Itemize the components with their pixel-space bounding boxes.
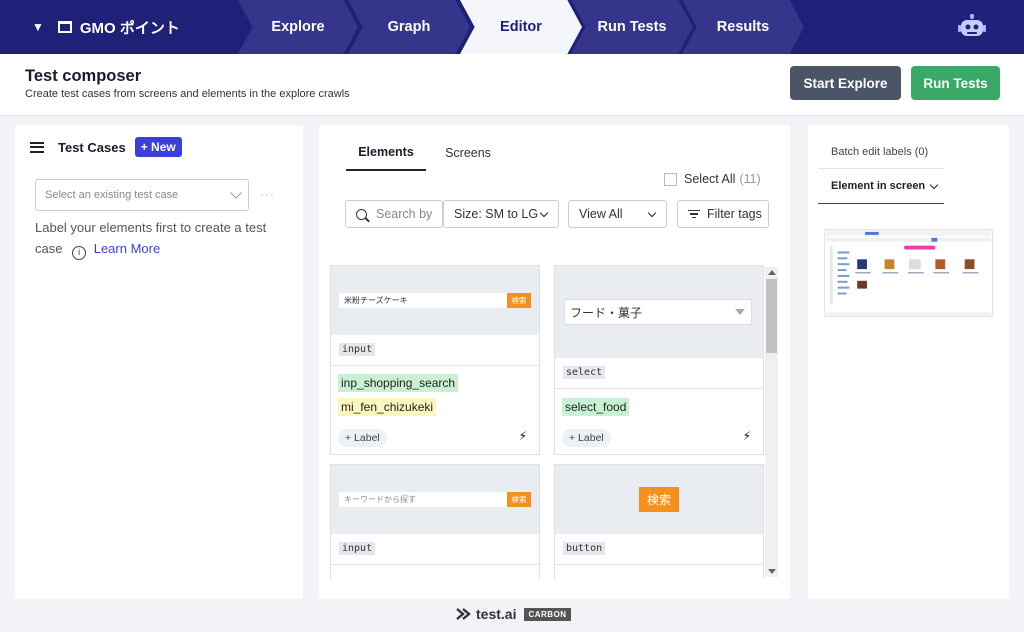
element-preview: 米粉チーズケーキ 検索	[331, 266, 539, 335]
element-type-bar: select	[555, 358, 763, 389]
robot-avatar-icon[interactable]	[958, 14, 986, 40]
chevron-down-icon	[929, 180, 939, 189]
filter-tags-label: Filter tags	[707, 207, 762, 221]
search-placeholder: Search by	[376, 207, 433, 221]
more-options-icon[interactable]: ···	[260, 187, 275, 201]
element-preview: フード・菓子	[555, 266, 763, 358]
divider	[818, 203, 944, 204]
screen-thumbnail[interactable]	[824, 229, 993, 317]
step-editor[interactable]: Editor	[460, 0, 582, 54]
element-card[interactable]: 検索 button	[554, 464, 764, 579]
element-label[interactable]: inp_shopping_search	[338, 374, 459, 392]
scroll-up-icon[interactable]	[768, 270, 776, 275]
lightning-icon[interactable]: ⚡	[743, 429, 751, 443]
info-icon: i	[72, 246, 87, 260]
element-in-screen-toggle[interactable]: Element in screen	[831, 180, 939, 192]
element-type-bar: button	[555, 534, 763, 565]
scrollbar-thumb[interactable]	[766, 279, 777, 353]
testai-logo-icon	[456, 608, 471, 620]
element-type: input	[339, 343, 376, 356]
element-preview: 検索	[555, 465, 763, 534]
page-title: Test composer	[25, 67, 142, 85]
batch-edit-labels[interactable]: Batch edit labels (0)	[831, 146, 928, 158]
cards-scrollbar[interactable]	[765, 267, 778, 577]
select-all-label: Select All	[684, 172, 736, 186]
add-label-button[interactable]: + Label	[562, 429, 611, 447]
caret-down-icon	[735, 309, 745, 315]
element-in-screen-label: Element in screen	[831, 180, 926, 192]
page-subtitle: Create test cases from screens and eleme…	[25, 88, 350, 100]
test-case-select[interactable]: Select an existing test case	[35, 179, 249, 211]
preview-search-button: 検索	[507, 492, 531, 507]
element-card[interactable]: フード・菓子 select select_food + Label ⚡	[554, 265, 764, 455]
view-filter-dropdown[interactable]: View All	[568, 200, 667, 228]
step-explore[interactable]: Explore	[238, 0, 358, 54]
select-all[interactable]: Select All (11)	[664, 172, 761, 186]
tab-elements[interactable]: Elements	[346, 135, 426, 171]
select-all-checkbox[interactable]	[664, 172, 677, 186]
element-card[interactable]: 米粉チーズケーキ 検索 input inp_shopping_search mi…	[330, 265, 540, 455]
preview-input: キーワードから探す	[339, 492, 507, 507]
element-type-bar: input	[331, 335, 539, 366]
chevron-down-icon: ▼	[32, 20, 44, 34]
chevron-down-icon	[539, 208, 549, 218]
test-cases-title: Test Cases	[58, 139, 126, 155]
element-label[interactable]: select_food	[562, 398, 630, 416]
element-card[interactable]: キーワードから探す 検索 input	[330, 464, 540, 579]
screen-preview-panel: Batch edit labels (0) Element in screen	[808, 125, 1009, 599]
step-results[interactable]: Results	[682, 0, 804, 54]
preview-select-text: フード・菓子	[570, 305, 643, 320]
preview-input: 米粉チーズケーキ	[339, 293, 507, 308]
add-label-button[interactable]: + Label	[338, 429, 387, 447]
view-filter-value: View All	[579, 207, 623, 221]
carbon-badge: CARBON	[524, 607, 571, 621]
preview-search-button: 検索	[639, 487, 679, 512]
tab-screens[interactable]: Screens	[426, 135, 510, 171]
step-run-tests[interactable]: Run Tests	[571, 0, 693, 54]
search-icon	[356, 208, 367, 220]
filter-tags-button[interactable]: Filter tags	[677, 200, 769, 228]
lightning-icon[interactable]: ⚡	[519, 429, 527, 443]
preview-search-button: 検索	[507, 293, 531, 308]
top-nav: ▼ GMO ポイント Explore Graph Editor Run Test…	[0, 0, 1024, 54]
preview-select: フード・菓子	[564, 299, 752, 325]
element-cards: 米粉チーズケーキ 検索 input inp_shopping_search mi…	[330, 263, 782, 579]
element-type: input	[339, 542, 376, 555]
filter-icon	[688, 208, 700, 221]
new-test-case-button[interactable]: + New	[134, 137, 182, 157]
scroll-down-icon[interactable]	[768, 569, 776, 574]
element-search-input[interactable]: Search by	[345, 200, 443, 228]
brand-name: test.ai	[476, 606, 517, 622]
element-count: (11)	[739, 172, 761, 186]
test-cases-panel: Test Cases + New Select an existing test…	[15, 125, 303, 599]
size-filter-value: Size: SM to LG	[454, 207, 538, 221]
chevron-down-icon	[230, 187, 242, 199]
element-type-bar: input	[331, 534, 539, 565]
run-tests-button[interactable]: Run Tests	[911, 66, 1000, 100]
learn-more-link[interactable]: Learn More	[94, 241, 160, 256]
element-type: select	[563, 366, 606, 379]
elements-panel: Elements Screens Select All (11) Search …	[319, 125, 790, 599]
step-graph[interactable]: Graph	[348, 0, 470, 54]
chevron-down-icon	[647, 208, 657, 218]
divider	[818, 168, 944, 169]
element-label[interactable]: mi_fen_chizukeki	[338, 398, 437, 416]
test-case-select-placeholder: Select an existing test case	[45, 189, 179, 201]
element-preview: キーワードから探す 検索	[331, 465, 539, 534]
project-name: GMO ポイント	[79, 19, 180, 37]
size-filter-dropdown[interactable]: Size: SM to LG	[443, 200, 559, 228]
menu-icon[interactable]	[30, 141, 44, 153]
test-case-hint: Label your elements first to create a te…	[35, 217, 295, 260]
footer: test.ai CARBON	[456, 606, 571, 622]
window-icon	[57, 21, 72, 33]
start-explore-button[interactable]: Start Explore	[790, 66, 901, 100]
project-selector[interactable]: ▼ GMO ポイント	[0, 0, 180, 54]
element-type: button	[563, 542, 606, 555]
